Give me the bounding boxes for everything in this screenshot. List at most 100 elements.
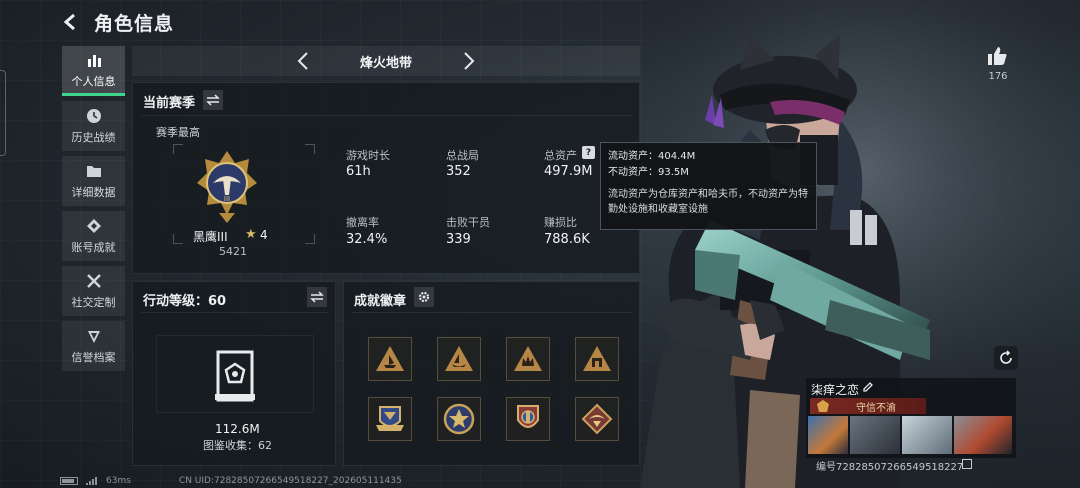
asset-tooltip: 流动资产：404.4M 不动资产：93.5M 流动资产为仓库资产和哈夫币，不动资… <box>600 142 817 230</box>
triangle-crown-badge-icon <box>514 346 542 371</box>
achievement-badge[interactable] <box>437 397 481 441</box>
shield-icon <box>85 327 103 345</box>
refresh-icon <box>1000 350 1012 364</box>
divider <box>141 115 633 116</box>
sidebar-item-social[interactable]: 社交定制 <box>62 266 125 316</box>
bar-chart-icon <box>85 51 103 69</box>
clock-icon <box>85 107 103 125</box>
star-icon: ★ <box>245 227 257 242</box>
sidebar-item-achievements[interactable]: 账号成就 <box>62 211 125 261</box>
edit-icon[interactable] <box>862 381 874 393</box>
showcase-image[interactable] <box>954 416 1012 454</box>
back-arrow-icon <box>63 13 75 31</box>
achievement-badge[interactable] <box>437 337 481 381</box>
mode-switcher: 烽火地带 <box>132 46 640 76</box>
sidebar-item-label: 社交定制 <box>71 296 116 309</box>
stat-label: 撤离率 <box>346 216 379 229</box>
achievement-badge[interactable] <box>575 337 619 381</box>
copy-icon[interactable] <box>962 459 972 469</box>
season-best-label: 赛季最高 <box>156 126 200 139</box>
rank-stars: 4 <box>260 228 268 242</box>
collection-value: 112.6M <box>215 422 260 436</box>
showcase-image[interactable] <box>850 416 900 454</box>
player-title-badge: 守信不渝 <box>810 398 926 414</box>
scroll-crest-badge-icon <box>376 406 404 431</box>
side-drawer-handle[interactable] <box>0 70 6 156</box>
sidebar-item-label: 详细数据 <box>71 186 116 199</box>
folder-icon <box>85 162 103 180</box>
achievement-title: 成就徽章 <box>354 294 407 309</box>
triangle-boat-badge-icon <box>445 346 473 371</box>
stat-value: 788.6K <box>544 232 590 247</box>
divider <box>141 312 329 313</box>
stat-value: 352 <box>446 164 471 179</box>
achievement-badge[interactable] <box>368 397 412 441</box>
sidebar-item-personal-info[interactable]: 个人信息 <box>62 46 125 96</box>
thumbs-up-icon <box>988 47 1007 65</box>
season-panel-title: 当前赛季 <box>143 96 196 111</box>
rank-emblem-icon: III <box>197 151 257 223</box>
battery-icon <box>60 477 78 485</box>
gear-icon <box>418 291 430 303</box>
refresh-button[interactable] <box>994 346 1018 370</box>
like-button[interactable] <box>986 44 1010 68</box>
showcase-image[interactable] <box>902 416 952 454</box>
diamond-medal-icon <box>85 217 103 235</box>
showcase-image[interactable] <box>808 416 848 454</box>
chevron-right-icon <box>464 52 475 70</box>
player-title-text: 守信不渝 <box>856 402 896 414</box>
season-panel: 当前赛季 赛季最高 III 黑鹰III ★ 4 5421 游戏时长 61h 总战… <box>132 82 640 274</box>
achievement-badge[interactable] <box>506 337 550 381</box>
triangle-ship-badge-icon <box>376 346 404 371</box>
tooltip-description: 流动资产为仓库资产和哈夫币，不动资产为特勤处设施和收藏室设施 <box>608 189 808 215</box>
frame-corner <box>173 234 183 244</box>
mode-prev-button[interactable] <box>292 49 314 73</box>
like-count: 176 <box>988 71 1008 82</box>
sidebar-nav: 个人信息 历史战绩 详细数据 账号成就 社交定制 信誉档案 <box>62 46 125 376</box>
achievement-panel: 成就徽章 <box>343 281 640 466</box>
action-switch-button[interactable] <box>307 287 327 307</box>
rank-name: 黑鹰III <box>193 230 228 244</box>
player-name: 柒痒之恋 <box>811 383 860 397</box>
mode-next-button[interactable] <box>458 49 480 73</box>
status-footer: 63ms CN UID:72828507266549518227_2026051… <box>60 476 402 486</box>
divider <box>352 312 633 313</box>
frame-corner <box>305 234 315 244</box>
tooltip-liquid-assets: 流动资产：404.4M <box>608 151 696 162</box>
chevron-left-icon <box>297 52 308 70</box>
season-switch-button[interactable] <box>203 90 223 110</box>
sidebar-item-reputation[interactable]: 信誉档案 <box>62 321 125 371</box>
triangle-building-badge-icon <box>583 346 611 371</box>
star-medal-badge-icon <box>443 403 475 435</box>
frame-corner <box>173 144 183 154</box>
stat-label: 总战局 <box>446 149 479 162</box>
ping-value: 63ms <box>106 476 131 486</box>
stat-value: 61h <box>346 164 371 179</box>
sidebar-item-history[interactable]: 历史战绩 <box>62 101 125 151</box>
frame-corner <box>305 144 315 154</box>
sidebar-item-details[interactable]: 详细数据 <box>62 156 125 206</box>
sidebar-item-label: 个人信息 <box>71 74 116 88</box>
stat-label: 击败干员 <box>446 216 490 229</box>
swap-icon <box>206 94 220 106</box>
player-card: 柒痒之恋 守信不渝 <box>806 378 1016 458</box>
page-title: 角色信息 <box>94 12 175 35</box>
sidebar-item-label: 账号成就 <box>71 241 116 254</box>
sidebar-item-label: 历史战绩 <box>71 131 116 144</box>
stat-label: 赚损比 <box>544 216 577 229</box>
sidebar-item-label: 信誉档案 <box>71 351 116 364</box>
help-icon[interactable]: ? <box>582 146 595 159</box>
uid-text: CN UID:72828507266549518227_202605111435 <box>178 476 402 486</box>
collection-label: 图鉴收集：62 <box>203 439 272 452</box>
achievement-badge[interactable] <box>575 397 619 441</box>
achievement-settings-button[interactable] <box>414 287 434 307</box>
tools-icon <box>85 272 103 290</box>
achievement-badge[interactable] <box>368 337 412 381</box>
back-button[interactable] <box>62 10 84 34</box>
stat-value: 497.9M <box>544 164 593 179</box>
stat-value: 339 <box>446 232 471 247</box>
action-level-title: 行动等级：60 <box>143 294 227 309</box>
swap-icon <box>310 291 324 303</box>
achievement-badge[interactable] <box>506 397 550 441</box>
tooltip-fixed-assets: 不动资产：93.5M <box>608 167 689 178</box>
